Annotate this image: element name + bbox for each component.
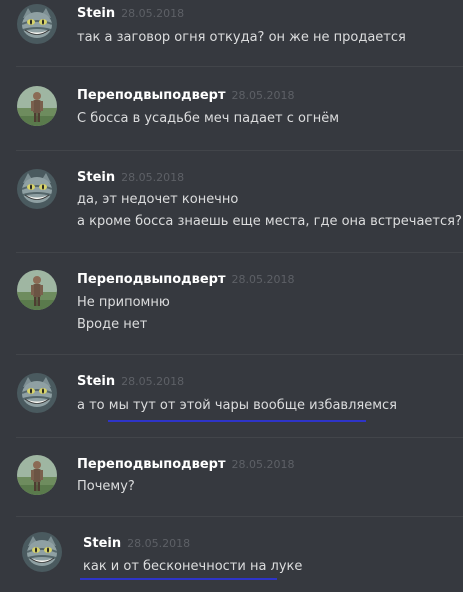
cheshire-cat-avatar[interactable] [17,169,57,209]
message-divider [16,252,463,253]
figure-in-field-avatar[interactable] [17,86,57,126]
message-divider [16,437,463,438]
message-timestamp: 28.05.2018 [231,458,295,471]
message-divider [16,66,463,67]
author-name[interactable]: Stein [83,536,121,551]
figure-in-field-avatar[interactable] [17,270,57,310]
message-divider [16,150,463,151]
author-name[interactable]: Переподвыподверт [77,457,226,472]
message-text: а то мы тут от этой чары вообще избавляе… [77,398,397,413]
message-author[interactable]: Stein 28.05.2018 [77,6,184,21]
highlight-underline [108,420,366,422]
figure-in-field-avatar[interactable] [17,455,57,495]
message-timestamp: 28.05.2018 [231,89,295,102]
author-name[interactable]: Переподвыподверт [77,272,226,287]
message-timestamp: 28.05.2018 [127,537,191,550]
author-name[interactable]: Stein [77,6,115,21]
highlight-underline [80,578,277,580]
cheshire-cat-avatar[interactable] [17,4,57,44]
message-divider [16,516,463,517]
message-author[interactable]: Stein 28.05.2018 [77,170,184,185]
message-text: как и от бесконечности на луке [83,559,303,574]
message-author[interactable]: Переподвыподверт 28.05.2018 [77,88,295,103]
cheshire-cat-avatar[interactable] [17,373,57,413]
author-name[interactable]: Stein [77,170,115,185]
message-text: да, эт недочет конечно [77,192,239,207]
author-name[interactable]: Переподвыподверт [77,88,226,103]
message-text: а кроме босса знаешь еще места, где она … [77,214,462,229]
message-divider [16,354,463,355]
author-name[interactable]: Stein [77,374,115,389]
message-text: Почему? [77,479,135,494]
message-timestamp: 28.05.2018 [231,273,295,286]
message-timestamp: 28.05.2018 [121,7,185,20]
message-text: так а заговор огня откуда? он же не прод… [77,30,406,45]
message-author[interactable]: Переподвыподверт 28.05.2018 [77,272,295,287]
message-author[interactable]: Переподвыподверт 28.05.2018 [77,457,295,472]
message-timestamp: 28.05.2018 [121,171,185,184]
message-author[interactable]: Stein 28.05.2018 [83,536,190,551]
message-author[interactable]: Stein 28.05.2018 [77,374,184,389]
message-text: С босса в усадьбе меч падает с огнём [77,111,340,126]
message-timestamp: 28.05.2018 [121,375,185,388]
message-text: Вроде нет [77,317,148,332]
message-text: Не припомню [77,295,170,310]
cheshire-cat-avatar[interactable] [22,532,62,572]
